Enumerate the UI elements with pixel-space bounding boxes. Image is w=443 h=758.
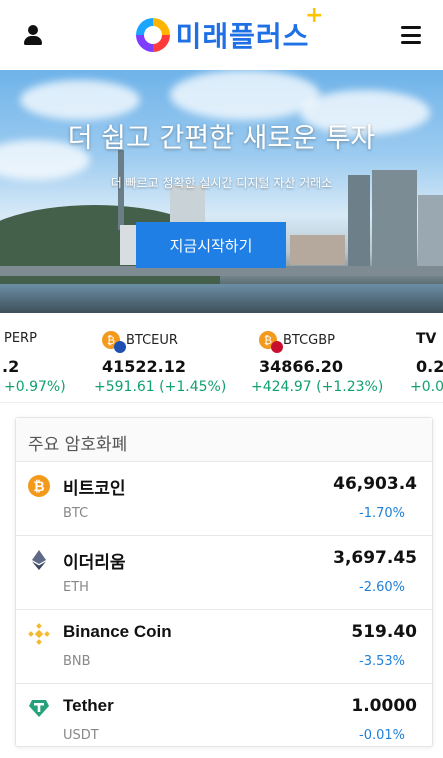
crypto-row-bnb[interactable]: Binance Coin BNB 519.40 -3.53%	[16, 610, 432, 684]
ticker-price: 0.2	[416, 357, 443, 376]
logo-plus: +	[304, 3, 324, 28]
coin-name: 비트코인	[63, 479, 126, 498]
coin-symbol: ETH	[63, 580, 89, 595]
ticker-price: 41522.12	[102, 357, 187, 376]
hero-title: 더 쉽고 간편한 새로운 투자	[67, 123, 376, 154]
ticker-price: .2	[2, 357, 20, 376]
coin-name: 이더리움	[63, 553, 126, 572]
binance-icon	[28, 623, 50, 645]
ticker-price: 34866.20	[259, 357, 344, 376]
major-crypto-card: 주요 암호화폐 ₿ 비트코인 BTC 46,903.4 -1.70% 이더리움 …	[15, 417, 433, 747]
logo[interactable]: 미래플러스 +	[135, 3, 323, 55]
start-now-button[interactable]: 지금시작하기	[136, 222, 286, 268]
coin-price: 3,697.45	[333, 548, 417, 568]
bitcoin-icon: ₿	[28, 475, 50, 497]
logo-ring-icon	[135, 18, 170, 52]
tether-icon	[29, 700, 49, 717]
menu-icon[interactable]	[401, 26, 421, 44]
app-header: 미래플러스 +	[0, 0, 443, 70]
ticker-change: +0.0	[410, 379, 443, 395]
logo-text: 미래플러스	[175, 20, 310, 53]
ticker-item[interactable]: ₿ BTCEUR 41522.12 +591.61 (+1.45%)	[94, 313, 238, 402]
crypto-row-btc[interactable]: ₿ 비트코인 BTC 46,903.4 -1.70%	[16, 462, 432, 536]
ticker-item[interactable]: TV 0.2 +0.0	[410, 313, 443, 402]
coin-name: Binance Coin	[63, 622, 172, 641]
ethereum-icon	[32, 550, 46, 570]
coin-change: -1.70%	[359, 506, 405, 521]
bitcoin-euro-icon: ₿	[102, 331, 126, 353]
card-title: 주요 암호화폐	[16, 418, 432, 462]
user-icon[interactable]	[22, 24, 44, 46]
coin-symbol: BTC	[63, 506, 89, 521]
coin-change: -3.53%	[359, 654, 405, 669]
ticker-change: +591.61 (+1.45%)	[94, 379, 227, 395]
ticker-symbol: PERP	[4, 331, 37, 346]
coin-symbol: BNB	[63, 654, 91, 669]
river-image	[0, 284, 443, 313]
ticker-item[interactable]: ₿ BTCGBP 34866.20 +424.97 (+1.23%)	[251, 313, 395, 402]
ticker-change: +0.97%)	[4, 379, 66, 395]
crypto-row-usdt[interactable]: Tether USDT 1.0000 -0.01%	[16, 684, 432, 758]
coin-price: 46,903.4	[333, 474, 417, 494]
bitcoin-pound-icon: ₿	[259, 331, 283, 353]
coin-price: 519.40	[351, 622, 417, 642]
hero-subtitle: 더 빠르고 정확한 실시간 디지털 자산 거래소	[110, 176, 333, 190]
ticker-change: +424.97 (+1.23%)	[251, 379, 384, 395]
coin-price: 1.0000	[351, 696, 417, 716]
crypto-row-eth[interactable]: 이더리움 ETH 3,697.45 -2.60%	[16, 536, 432, 610]
coin-name: Tether	[63, 696, 114, 715]
hero-banner: 더 쉽고 간편한 새로운 투자 더 빠르고 정확한 실시간 디지털 자산 거래소…	[0, 70, 443, 313]
tradingview-logo-icon: TV	[416, 331, 437, 347]
price-ticker[interactable]: PERP .2 +0.97%) ₿ BTCEUR 41522.12 +591.6…	[0, 313, 443, 403]
coin-change: -2.60%	[359, 580, 405, 595]
ticker-item[interactable]: PERP .2 +0.97%)	[0, 313, 90, 402]
ticker-symbol: BTCEUR	[126, 332, 178, 348]
ticker-symbol: BTCGBP	[283, 332, 336, 348]
